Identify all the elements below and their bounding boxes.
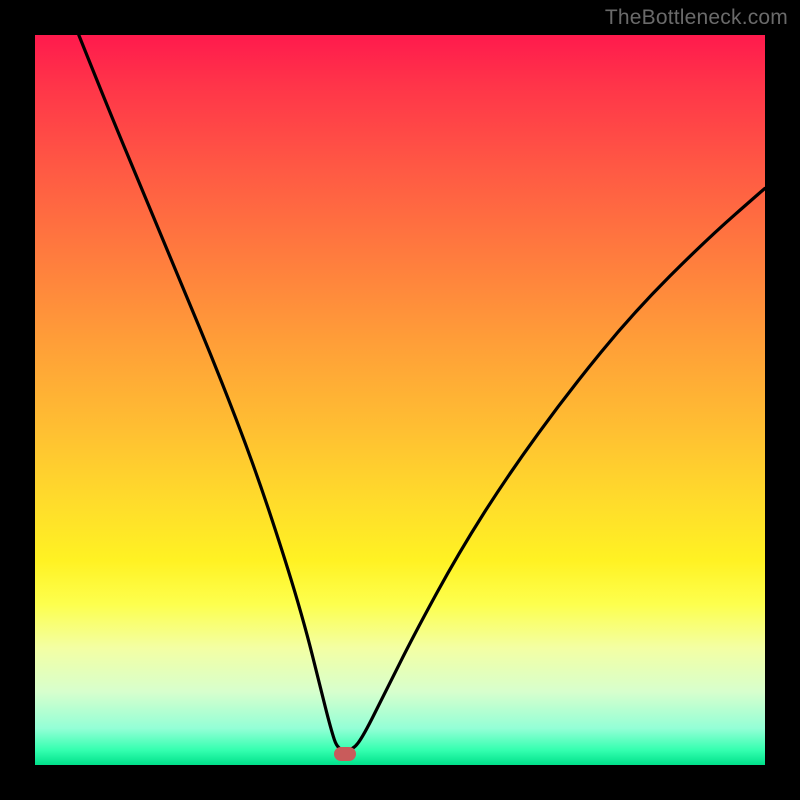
plot-area (35, 35, 765, 765)
optimal-marker (334, 747, 356, 761)
chart-frame: TheBottleneck.com (0, 0, 800, 800)
bottleneck-curve (79, 35, 765, 750)
watermark-text: TheBottleneck.com (605, 6, 788, 30)
curve-svg (35, 35, 765, 765)
